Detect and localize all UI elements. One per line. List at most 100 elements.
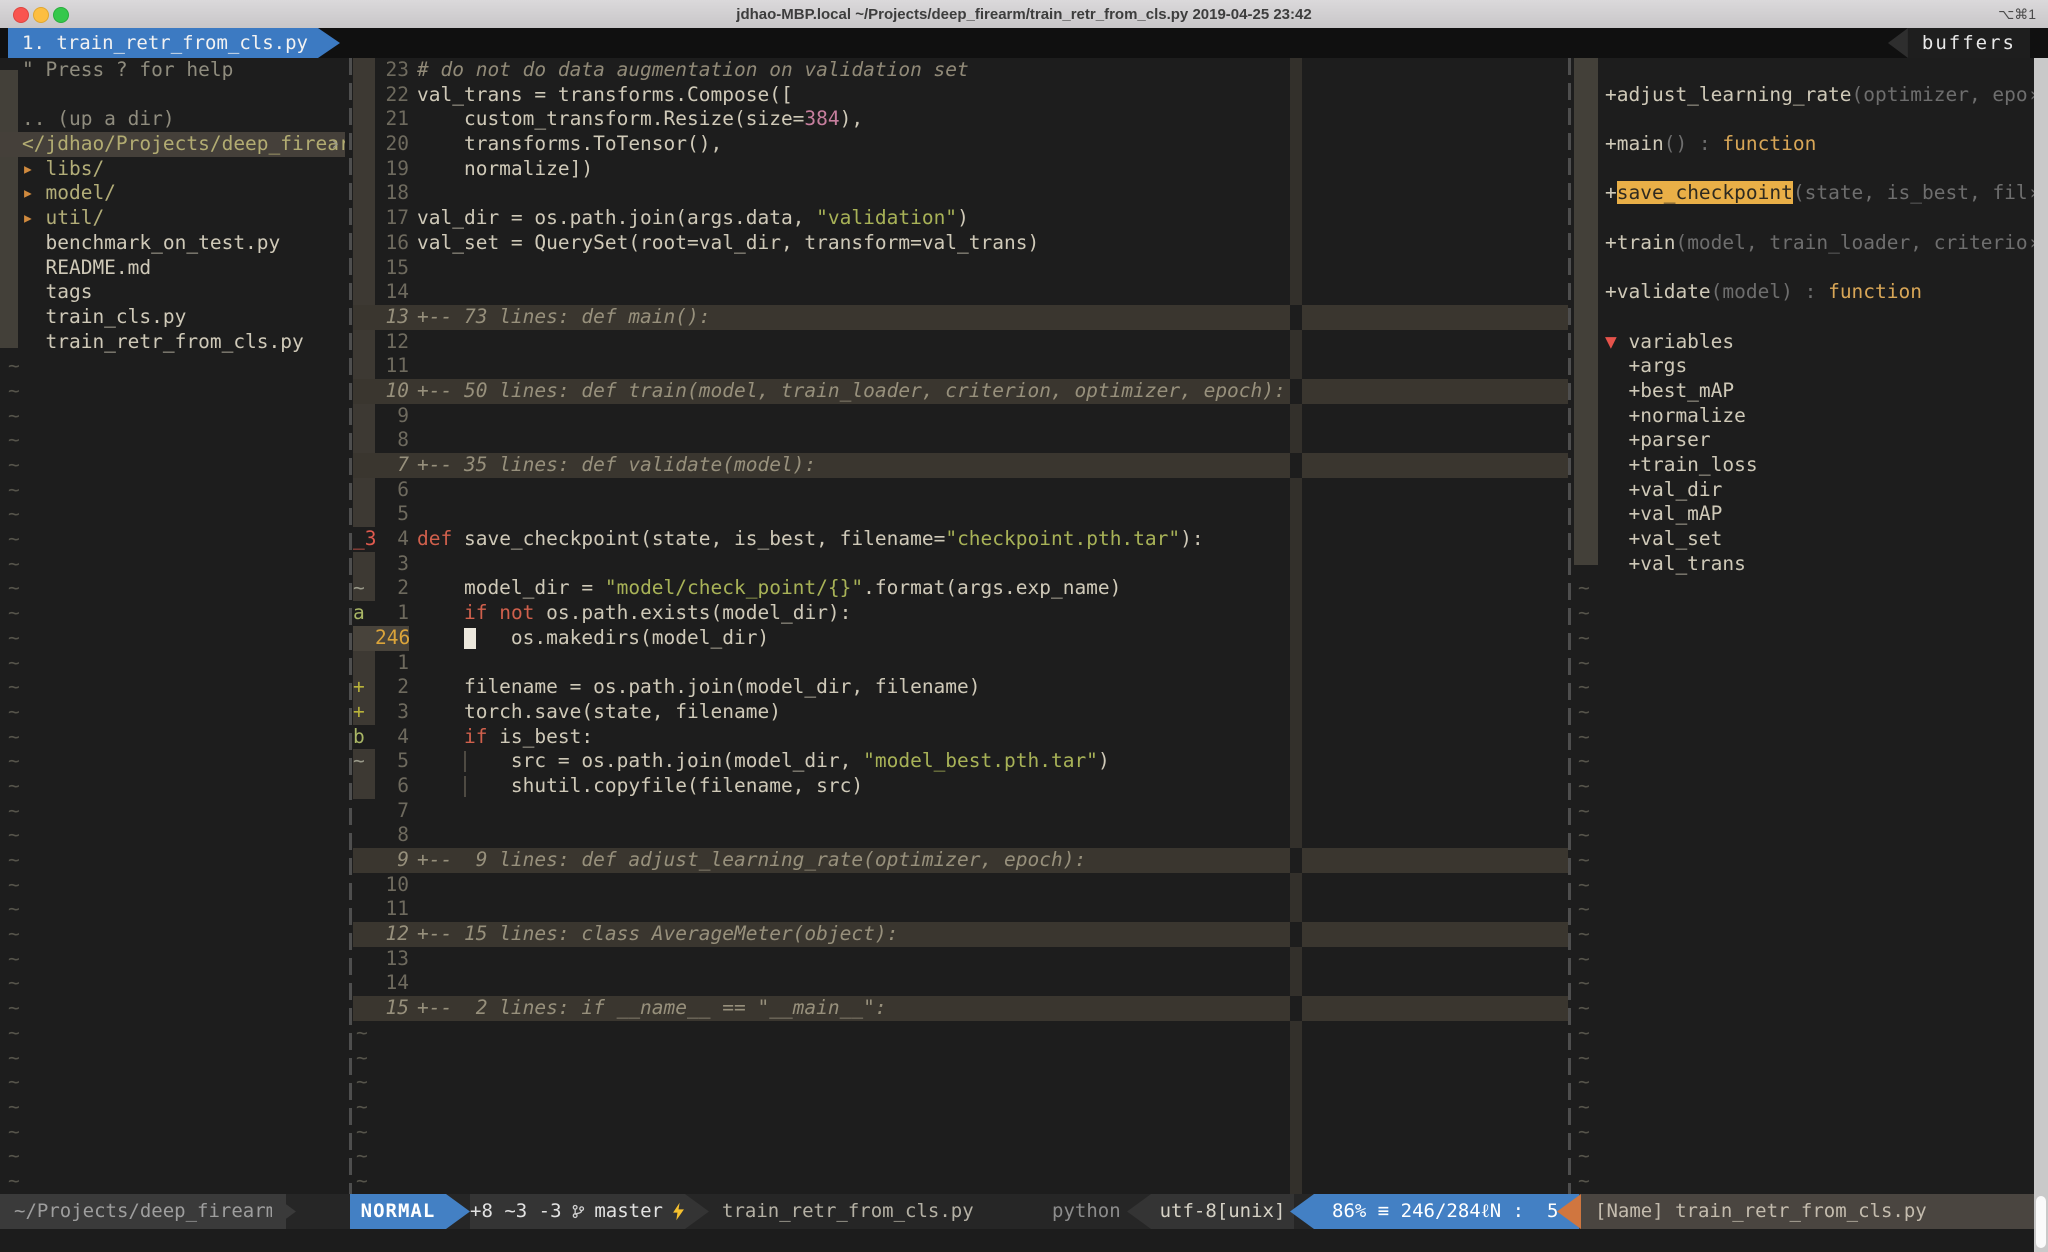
code-line[interactable]: ~2 model_dir = "model/check_point/{}".fo… — [353, 576, 1568, 601]
code-line[interactable]: 14 — [353, 971, 1568, 996]
titlebar[interactable]: jdhao-MBP.local ~/Projects/deep_firearm/… — [0, 0, 2048, 29]
tag-item[interactable]: +train(model, train_loader, criterio› — [1573, 231, 2048, 256]
command-line[interactable] — [0, 1229, 2048, 1252]
line-number: 7 — [375, 799, 409, 824]
tag-item[interactable]: +val_mAP — [1573, 502, 2048, 527]
code-line[interactable]: 5 — [353, 502, 1568, 527]
code-line[interactable]: 7 — [353, 799, 1568, 824]
file-tree-item[interactable]: " Press ? for help — [0, 58, 345, 83]
folded-code-line[interactable]: 10+-- 50 lines: def train(model, train_l… — [353, 379, 1568, 404]
code-line[interactable]: 13 — [353, 947, 1568, 972]
empty-line-tilde: ~ — [8, 947, 20, 970]
empty-line-tilde: ~ — [8, 725, 20, 748]
tag-item[interactable]: +save_checkpoint(state, is_best, fil› — [1573, 181, 2048, 206]
empty-line-tilde: ~ — [1578, 601, 1590, 624]
tag-item[interactable]: +val_trans — [1573, 552, 2048, 577]
terminal-window: jdhao-MBP.local ~/Projects/deep_firearm/… — [0, 0, 2048, 1252]
sign-column — [353, 651, 375, 676]
buffers-label[interactable]: buffers — [1908, 28, 2030, 58]
window-separator[interactable] — [1568, 58, 1571, 1194]
code-line[interactable]: _34def save_checkpoint(state, is_best, f… — [353, 527, 1568, 552]
empty-line-tilde: ~ — [1578, 1070, 1590, 1093]
code-line[interactable]: 9 — [353, 404, 1568, 429]
file-tree-item[interactable]: tags — [0, 280, 345, 305]
folded-code-line[interactable]: 7+-- 35 lines: def validate(model): — [353, 453, 1568, 478]
code-line[interactable]: 18 — [353, 181, 1568, 206]
tag-item[interactable]: +adjust_learning_rate(optimizer, epo› — [1573, 83, 2048, 108]
code-line[interactable]: 6 — [353, 478, 1568, 503]
line-number: 12 — [375, 922, 409, 947]
code-line[interactable]: 8 — [353, 428, 1568, 453]
fold-summary: +-- 73 lines: def main(): — [417, 305, 711, 330]
tag-item[interactable]: +validate(model) : function — [1573, 280, 2048, 305]
folded-code-line[interactable]: 13+-- 73 lines: def main(): — [353, 305, 1568, 330]
code-line[interactable]: 14 — [353, 280, 1568, 305]
empty-line-tilde: ~ — [8, 502, 20, 525]
file-tree-item[interactable]: train_cls.py — [0, 305, 345, 330]
code-line[interactable]: 22val_trans = transforms.Compose([ — [353, 83, 1568, 108]
code-line[interactable]: ~5 src = os.path.join(model_dir, "model_… — [353, 749, 1568, 774]
empty-line-tilde: ~ — [1578, 1144, 1590, 1167]
file-tree-item[interactable]: benchmark_on_test.py — [0, 231, 345, 256]
tag-item[interactable]: +val_set — [1573, 527, 2048, 552]
file-tree-root-item[interactable]: </jdhao/Projects/deep_firear› — [0, 132, 345, 157]
empty-line: ~ — [1573, 823, 2048, 848]
file-tree-item[interactable]: ▸ libs/ — [0, 157, 345, 182]
git-branch-icon — [571, 1203, 586, 1220]
sign-column — [353, 971, 375, 996]
code-line[interactable]: 19 normalize]) — [353, 157, 1568, 182]
empty-line: ~ — [0, 626, 345, 651]
tag-item[interactable]: +normalize — [1573, 404, 2048, 429]
code-line[interactable]: 15 — [353, 256, 1568, 281]
tag-item[interactable]: ▼ variables — [1573, 330, 2048, 355]
folded-code-line[interactable]: 15+-- 2 lines: if __name__ == "__main__"… — [353, 996, 1568, 1021]
code-line[interactable]: 23# do not do data augmentation on valid… — [353, 58, 1568, 83]
tag-item[interactable]: +val_dir — [1573, 478, 2048, 503]
window-separator[interactable] — [349, 58, 352, 1194]
tag-item[interactable]: +parser — [1573, 428, 2048, 453]
empty-line-tilde: ~ — [1578, 971, 1590, 994]
code-line[interactable]: 11 — [353, 354, 1568, 379]
tab-train-retr-from-cls[interactable]: 1. train_retr_from_cls.py — [8, 28, 318, 58]
code-line[interactable]: 16val_set = QuerySet(root=val_dir, trans… — [353, 231, 1568, 256]
sign-column — [353, 478, 375, 503]
file-tree-item[interactable]: ▸ util/ — [0, 206, 345, 231]
tag-item[interactable]: +main() : function — [1573, 132, 2048, 157]
code-line[interactable]: 12 — [353, 330, 1568, 355]
code-line[interactable]: +2 filename = os.path.join(model_dir, fi… — [353, 675, 1568, 700]
folded-code-line[interactable]: 9+-- 9 lines: def adjust_learning_rate(o… — [353, 848, 1568, 873]
folded-code-line[interactable]: 12+-- 15 lines: class AverageMeter(objec… — [353, 922, 1568, 947]
file-tree-item[interactable]: README.md — [0, 256, 345, 281]
code-line[interactable]: a1 if not os.path.exists(model_dir): — [353, 601, 1568, 626]
fold-summary: +-- 9 lines: def adjust_learning_rate(op… — [417, 848, 1086, 873]
empty-line: ~ — [0, 1095, 345, 1120]
macos-scrollbar-track[interactable] — [2034, 58, 2048, 1252]
empty-line-tilde: ~ — [1578, 873, 1590, 896]
file-tree-item[interactable]: .. (up a dir) — [0, 107, 345, 132]
tag-item[interactable]: +args — [1573, 354, 2048, 379]
code-line[interactable]: 8 — [353, 823, 1568, 848]
code-line[interactable]: 17val_dir = os.path.join(args.data, "val… — [353, 206, 1568, 231]
code-line[interactable]: 3 — [353, 552, 1568, 577]
empty-line: ~ — [1573, 651, 2048, 676]
file-tree-item[interactable]: ▸ model/ — [0, 181, 345, 206]
code-line[interactable]: 1 — [353, 651, 1568, 676]
statusline-filename: train_retr_from_cls.py — [722, 1194, 974, 1229]
tag-item[interactable]: +train_loss — [1573, 453, 2048, 478]
empty-line: ~ — [1573, 749, 2048, 774]
sign-column — [353, 354, 375, 379]
empty-line: ~ — [0, 947, 345, 972]
code-line[interactable]: 11 — [353, 897, 1568, 922]
line-number: 2 — [375, 576, 409, 601]
empty-line: ~ — [0, 799, 345, 824]
code-line[interactable]: b4 if is_best: — [353, 725, 1568, 750]
current-code-line[interactable]: 246 os.makedirs(model_dir) — [353, 626, 1568, 651]
code-line[interactable]: 21 custom_transform.Resize(size=384), — [353, 107, 1568, 132]
file-tree-item[interactable]: train_retr_from_cls.py — [0, 330, 345, 355]
tag-item[interactable]: +best_mAP — [1573, 379, 2048, 404]
macos-scrollbar-thumb[interactable] — [2036, 1196, 2046, 1248]
code-line[interactable]: 20 transforms.ToTensor(), — [353, 132, 1568, 157]
code-line[interactable]: 10 — [353, 873, 1568, 898]
code-line[interactable]: +3 torch.save(state, filename) — [353, 700, 1568, 725]
code-line[interactable]: 6 shutil.copyfile(filename, src) — [353, 774, 1568, 799]
